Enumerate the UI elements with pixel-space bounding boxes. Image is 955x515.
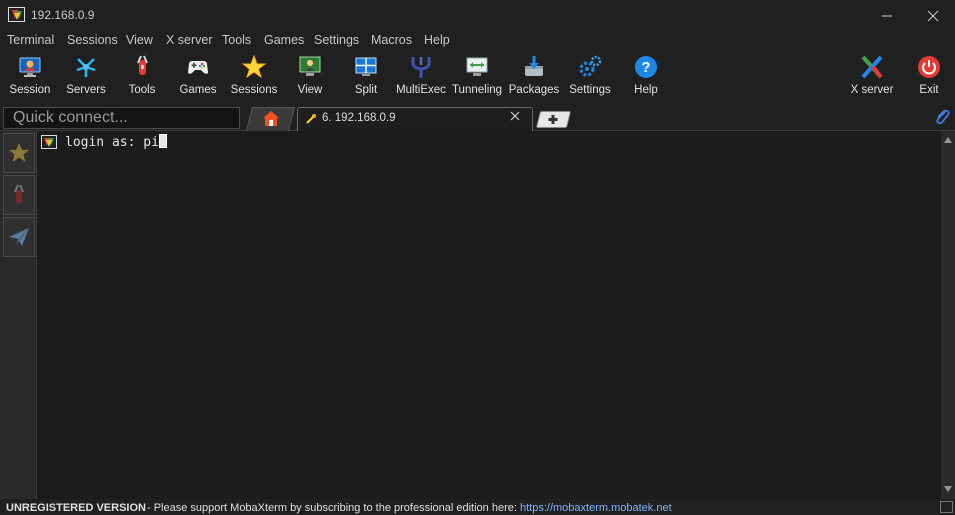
tab-bar: Quick connect... 6. 192.168.0.9	[0, 104, 955, 132]
session-tab-label: 6. 192.168.0.9	[322, 112, 396, 124]
paperclip-icon[interactable]	[933, 108, 951, 126]
help-question-icon: ?	[635, 56, 657, 78]
tools-knife-icon	[14, 184, 24, 203]
split-icon	[355, 57, 377, 76]
menu-macros[interactable]: Macros	[371, 33, 412, 47]
sidebar-tools-button[interactable]	[3, 175, 35, 215]
session-button[interactable]: Session	[8, 53, 52, 101]
x-server-button[interactable]: X server	[848, 53, 896, 101]
tools-button[interactable]: Tools	[122, 53, 162, 101]
paper-plane-icon	[9, 228, 29, 246]
view-monitor-icon	[299, 56, 321, 76]
sessions-button[interactable]: Sessions	[230, 53, 278, 101]
tools-label: Tools	[128, 84, 156, 96]
exit-label: Exit	[919, 84, 939, 96]
left-sidebar	[0, 131, 37, 499]
scroll-up-arrow-icon[interactable]	[944, 136, 952, 144]
split-label: Split	[354, 84, 378, 96]
close-icon	[927, 10, 939, 21]
status-bar: UNREGISTERED VERSION - Please support Mo…	[0, 499, 955, 515]
mobaxterm-logo-icon	[8, 7, 25, 22]
view-label: View	[297, 84, 323, 96]
sessions-label: Sessions	[230, 84, 278, 96]
terminal-prompt: login as:	[65, 135, 144, 150]
mobatek-link[interactable]: https://mobaxterm.mobatek.net	[520, 502, 672, 514]
tunneling-button[interactable]: Tunneling	[451, 53, 503, 101]
split-button[interactable]: Split	[348, 53, 384, 101]
menu-sessions[interactable]: Sessions	[67, 33, 118, 47]
help-button[interactable]: ? Help	[626, 53, 666, 101]
window-title: 192.168.0.9	[31, 8, 95, 22]
gear-icon	[579, 55, 602, 77]
sidebar-sessions-button[interactable]	[3, 133, 35, 173]
sidebar-macros-button[interactable]	[3, 217, 35, 257]
menu-games[interactable]: Games	[264, 33, 304, 47]
terminal-scrollbar[interactable]	[941, 131, 955, 499]
toolbar: Session Servers Tools Games Sessions Vie…	[0, 51, 955, 104]
menu-terminal[interactable]: Terminal	[7, 33, 54, 47]
settings-label: Settings	[569, 84, 611, 96]
tab-close-icon[interactable]	[509, 110, 521, 122]
multiexec-fork-icon	[411, 57, 431, 78]
packages-label: Packages	[508, 84, 560, 96]
terminal-line: login as: pi	[65, 134, 167, 150]
menu-bar: Terminal Sessions View X server Tools Ga…	[0, 31, 955, 51]
packages-button[interactable]: Packages	[508, 53, 560, 101]
terminal-area[interactable]: login as: pi	[37, 131, 941, 499]
scroll-down-arrow-icon[interactable]	[944, 485, 952, 493]
tools-knife-icon	[137, 55, 148, 75]
servers-label: Servers	[66, 84, 106, 96]
plus-icon	[548, 115, 558, 124]
svg-text:?: ?	[641, 59, 650, 76]
terminal-cursor	[158, 134, 167, 148]
servers-icon	[76, 58, 96, 77]
terminal-input-text: pi	[143, 135, 159, 150]
unregistered-label: UNREGISTERED VERSION	[6, 502, 146, 514]
tunneling-label: Tunneling	[451, 84, 503, 96]
multiexec-button[interactable]: MultiExec	[396, 53, 446, 101]
star-icon	[9, 143, 29, 162]
gamepad-icon	[188, 61, 208, 74]
view-button[interactable]: View	[292, 53, 328, 101]
exit-button[interactable]: Exit	[912, 53, 946, 101]
x-server-icon	[861, 55, 883, 79]
home-icon	[263, 111, 279, 126]
support-message: - Please support MobaXterm by subscribin…	[147, 502, 517, 514]
maximize-button[interactable]	[868, 0, 914, 31]
menu-settings[interactable]: Settings	[314, 33, 359, 47]
packages-icon	[525, 56, 543, 76]
power-icon	[918, 56, 940, 78]
menu-tools[interactable]: Tools	[222, 33, 251, 47]
x-server-label: X server	[850, 84, 894, 96]
ssh-key-icon	[306, 114, 316, 124]
multiexec-label: MultiExec	[396, 84, 446, 96]
session-monitor-icon	[19, 57, 41, 77]
resize-grip[interactable]	[940, 501, 953, 513]
menu-view[interactable]: View	[126, 33, 153, 47]
games-button[interactable]: Games	[178, 53, 218, 101]
settings-button[interactable]: Settings	[568, 53, 612, 101]
menu-help[interactable]: Help	[424, 33, 450, 47]
help-label: Help	[634, 84, 658, 96]
tunneling-icon	[466, 57, 488, 76]
mobaxterm-logo-icon	[41, 135, 57, 149]
menu-x-server[interactable]: X server	[166, 33, 213, 47]
session-label: Session	[9, 84, 51, 96]
servers-button[interactable]: Servers	[64, 53, 108, 101]
title-bar: 192.168.0.9	[0, 0, 955, 31]
close-button[interactable]	[910, 0, 955, 31]
star-icon	[241, 54, 267, 79]
quick-connect-input[interactable]: Quick connect...	[3, 107, 240, 129]
games-label: Games	[179, 84, 217, 96]
